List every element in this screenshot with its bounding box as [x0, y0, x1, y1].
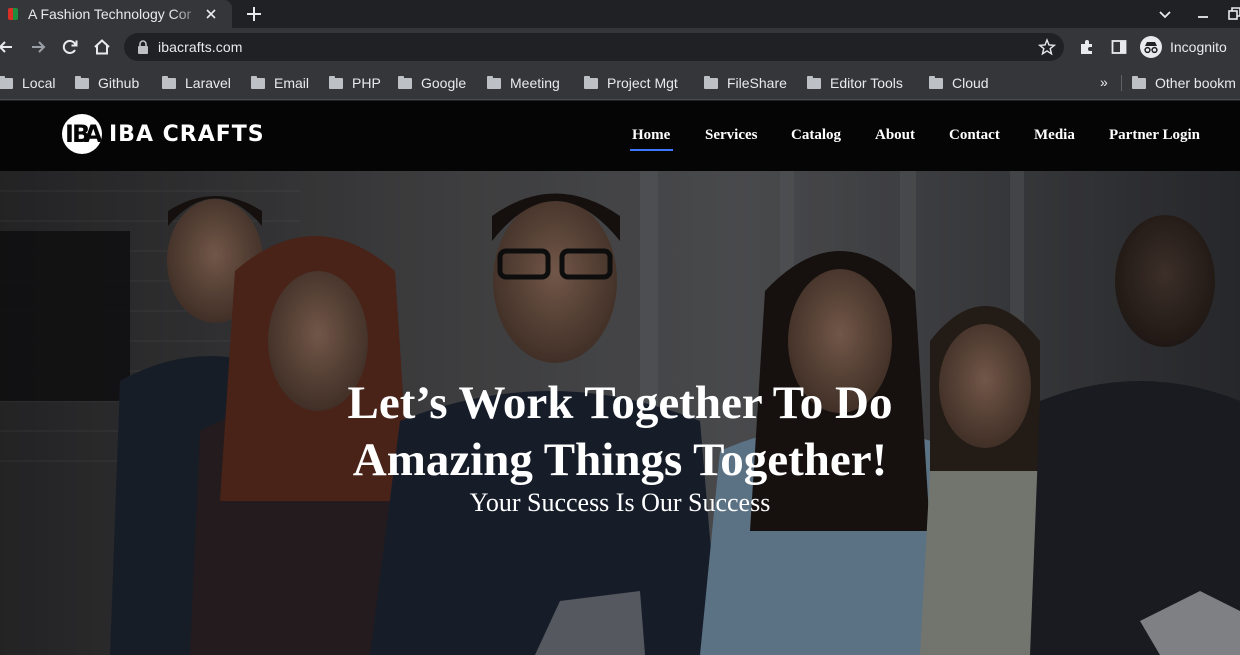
new-tab-icon[interactable]: [244, 4, 264, 24]
other-bookmarks-folder[interactable]: Other bookm: [1132, 74, 1236, 92]
bookmark-folder-local[interactable]: Local: [0, 74, 55, 92]
brand-name: IBA CRAFTS: [109, 121, 265, 147]
nav-home[interactable]: Home: [632, 127, 670, 144]
incognito-icon: [1140, 36, 1162, 58]
folder-icon: [1132, 75, 1146, 89]
hero-section: Let’s Work Together To Do Amazing Things…: [0, 171, 1240, 655]
lock-icon[interactable]: [136, 39, 150, 55]
hero-title-line-2: Amazing Things Together!: [352, 434, 888, 486]
folder-icon: [487, 75, 501, 89]
folder-icon: [398, 75, 412, 89]
folder-icon: [162, 75, 176, 89]
folder-icon: [0, 75, 13, 89]
folder-icon: [704, 75, 718, 89]
nav-services[interactable]: Services: [705, 127, 757, 144]
nav-partner-login[interactable]: Partner Login: [1109, 127, 1200, 144]
extensions-puzzle-icon[interactable]: [1078, 38, 1096, 56]
bookmark-folder-cloud[interactable]: Cloud: [929, 74, 989, 92]
bookmark-folder-fileshare[interactable]: FileShare: [704, 74, 787, 92]
folder-icon: [251, 75, 265, 89]
site-favicon-icon: [8, 7, 20, 21]
bookmarks-bar: Local Github Laravel Email PHP Google Me…: [0, 66, 1240, 100]
incognito-profile-button[interactable]: Incognito: [1140, 36, 1227, 58]
close-tab-icon[interactable]: [204, 7, 218, 21]
back-icon[interactable]: [0, 37, 16, 57]
folder-icon: [584, 75, 598, 89]
bookmark-folder-php[interactable]: PHP: [329, 74, 381, 92]
site-header: I B A IBA CRAFTS Home Services Catalog A…: [0, 101, 1240, 171]
browser-toolbar: ibacrafts.com Incognito: [0, 28, 1240, 66]
bookmark-folder-laravel[interactable]: Laravel: [162, 74, 231, 92]
reload-icon[interactable]: [60, 37, 80, 57]
folder-icon: [807, 75, 821, 89]
bookmark-folder-github[interactable]: Github: [75, 74, 139, 92]
nav-about[interactable]: About: [875, 127, 915, 144]
folder-icon: [329, 75, 343, 89]
bookmark-folder-editor-tools[interactable]: Editor Tools: [807, 74, 903, 92]
folder-icon: [929, 75, 943, 89]
active-nav-indicator: [630, 149, 673, 151]
bookmark-folder-google[interactable]: Google: [398, 74, 466, 92]
minimize-window-icon[interactable]: [1194, 5, 1212, 23]
address-bar[interactable]: ibacrafts.com: [124, 33, 1064, 61]
bookmark-folder-email[interactable]: Email: [251, 74, 309, 92]
side-panel-icon[interactable]: [1110, 38, 1128, 56]
bookmark-folder-project-mgt[interactable]: Project Mgt: [584, 74, 678, 92]
tab-search-chevron-icon[interactable]: [1156, 5, 1174, 23]
url-text[interactable]: ibacrafts.com: [158, 39, 243, 55]
nav-media[interactable]: Media: [1034, 127, 1075, 144]
incognito-label: Incognito: [1170, 39, 1227, 55]
browser-tab[interactable]: A Fashion Technology Cor: [0, 0, 232, 28]
restore-window-icon[interactable]: [1226, 5, 1240, 23]
bookmark-star-icon[interactable]: [1038, 38, 1056, 56]
forward-icon[interactable]: [28, 37, 48, 57]
logo-mark-icon: I B A: [62, 114, 102, 154]
home-icon[interactable]: [92, 37, 112, 57]
more-bookmarks-chevron[interactable]: »: [1100, 74, 1108, 90]
tab-title: A Fashion Technology Cor: [28, 6, 192, 22]
hero-title-line-1: Let’s Work Together To Do: [347, 377, 893, 429]
bookmark-folder-meeting[interactable]: Meeting: [487, 74, 560, 92]
bookmarks-divider: [1121, 75, 1122, 91]
web-page: I B A IBA CRAFTS Home Services Catalog A…: [0, 101, 1240, 655]
site-logo[interactable]: I B A IBA CRAFTS: [62, 114, 265, 154]
hero-subtitle: Your Success Is Our Success: [469, 488, 771, 517]
folder-icon: [75, 75, 89, 89]
nav-contact[interactable]: Contact: [949, 127, 1000, 144]
nav-catalog[interactable]: Catalog: [791, 127, 841, 144]
browser-tab-strip: A Fashion Technology Cor: [0, 0, 1240, 28]
